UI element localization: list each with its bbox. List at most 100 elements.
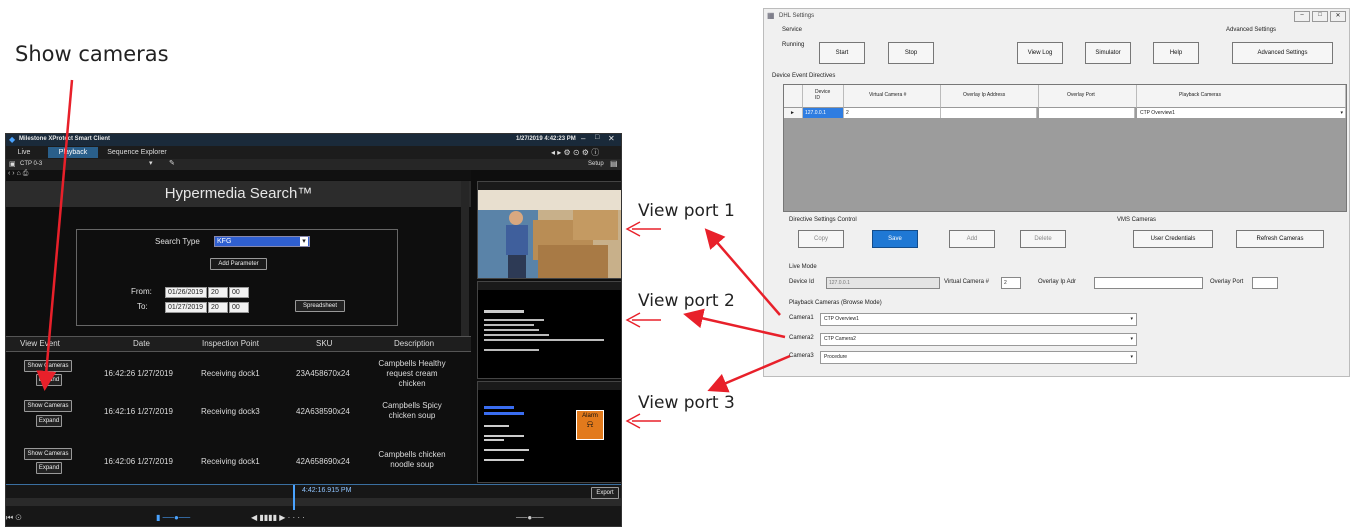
save-button[interactable]: Save — [872, 230, 918, 248]
description: Campbells Healthy request cream chicken — [378, 359, 446, 388]
expand-button[interactable]: Expand — [36, 415, 62, 427]
chevron-down-icon: ▾ — [300, 237, 308, 246]
chevron-down-icon[interactable]: ▾ — [1340, 108, 1343, 118]
live-mode-label: Live Mode — [789, 264, 817, 270]
playback-cameras-label: Playback Cameras (Browse Mode) — [789, 300, 882, 306]
playback-controls[interactable]: ⏮ ⊙ — [6, 513, 22, 523]
advanced-settings-button[interactable]: Advanced Settings — [1232, 42, 1333, 64]
arrow-view-port-1 — [625, 221, 661, 237]
to-date-input[interactable]: 01/27/2019 — [165, 302, 207, 313]
simulator-button[interactable]: Simulator — [1085, 42, 1131, 64]
speed-slider[interactable]: ▮ ──●── — [156, 513, 190, 522]
spreadsheet-button[interactable]: Spreadsheet — [295, 300, 345, 312]
delete-button[interactable]: Delete — [1020, 230, 1066, 248]
from-minute-select[interactable]: 00 — [229, 287, 249, 298]
view-log-button[interactable]: View Log — [1017, 42, 1063, 64]
tab-live[interactable]: Live — [9, 147, 39, 158]
from-hour-select[interactable]: 20 — [208, 287, 228, 298]
show-cameras-button[interactable]: Show Cameras — [24, 448, 72, 460]
column-header: View Event — [20, 339, 60, 348]
copy-button[interactable]: Copy — [798, 230, 844, 248]
device-id-field[interactable]: 127.0.0.1 — [826, 277, 940, 289]
from-date-input[interactable]: 01/26/2019 — [165, 287, 207, 298]
refresh-cameras-button[interactable]: Refresh Cameras — [1236, 230, 1324, 248]
timeline-track[interactable] — [6, 498, 621, 506]
vms-cameras-label: VMS Cameras — [1117, 217, 1157, 223]
maximize-icon[interactable]: □ — [595, 134, 599, 141]
column-header: Overlay Port — [1039, 85, 1137, 108]
panel-tool-icons[interactable]: ‹ › ⌂ ⎙ — [8, 170, 28, 178]
overlay-port-field[interactable] — [1252, 277, 1278, 289]
viewport-caption — [478, 382, 621, 390]
minimize-icon[interactable]: – — [581, 134, 585, 143]
playback-timeline[interactable]: 4:42:16.915 PM Export ⏮ ⊙ ▮ ──●── ◀ ▮▮▮▮… — [6, 484, 621, 526]
title-bar: ▦ DHL Settings – □ ✕ — [764, 9, 1349, 23]
overlay-port-cell[interactable] — [1039, 108, 1135, 118]
playback-cameras-cell[interactable]: CTP Overview1 ▾ — [1137, 108, 1346, 118]
chevron-down-icon: ▾ — [1130, 336, 1133, 342]
overlay-ip-field[interactable] — [1094, 277, 1203, 289]
tab-sequence-explorer[interactable]: Sequence Explorer — [102, 147, 172, 158]
table-row[interactable]: Show Cameras Expand 16:42:16 1/27/2019 R… — [6, 396, 471, 441]
column-header: Playback Cameras — [1137, 85, 1346, 108]
setup-button[interactable]: Setup — [588, 161, 604, 167]
help-button[interactable]: Help — [1153, 42, 1199, 64]
timeline-cursor[interactable] — [293, 485, 295, 510]
tab-playback[interactable]: Playback — [48, 147, 98, 158]
tabs-bar: Live Playback Sequence Explorer ◂ ▸ ⚙ ⊙ … — [6, 146, 621, 159]
chevron-down-icon: ▾ — [1130, 354, 1133, 360]
arrow-view-port-2 — [625, 312, 661, 328]
search-type-select[interactable]: KFG ▾ — [214, 236, 310, 247]
expand-button[interactable]: Expand — [36, 462, 62, 474]
column-header-label: Playback Cameras — [1179, 92, 1221, 98]
volume-slider[interactable]: ──●── — [516, 513, 544, 522]
view-port-1[interactable] — [477, 181, 621, 279]
add-parameter-button[interactable]: Add Parameter — [210, 258, 267, 270]
device-id-cell[interactable]: 127.0.0.1 — [803, 108, 844, 118]
to-minute-select[interactable]: 00 — [229, 302, 249, 313]
table-row[interactable]: Show Cameras Expand 16:42:26 1/27/2019 R… — [6, 352, 471, 397]
camera1-select[interactable]: CTP Overview1 ▾ — [820, 313, 1137, 326]
user-credentials-button[interactable]: User Credentials — [1133, 230, 1213, 248]
event-date: 16:42:16 1/27/2019 — [104, 407, 173, 416]
virtual-camera-field[interactable]: 2 — [1001, 277, 1021, 289]
row-selector[interactable]: ► — [784, 108, 803, 118]
export-button[interactable]: Export — [591, 487, 619, 499]
viewport-caption — [478, 182, 621, 190]
camera3-select[interactable]: Procedure ▾ — [820, 351, 1137, 364]
column-header: Virtual Camera # — [844, 85, 941, 108]
show-cameras-button[interactable]: Show Cameras — [24, 400, 72, 412]
expand-panel-icon[interactable]: ▤ — [610, 159, 618, 168]
expand-button[interactable]: Expand — [36, 374, 62, 386]
toolbar-icons[interactable]: ◂ ▸ ⚙ ⊙ ⚙ ⓘ — [551, 147, 599, 158]
view-port-3[interactable]: Alarm ⍾ — [477, 381, 621, 483]
close-icon[interactable]: ✕ — [1330, 11, 1346, 22]
column-header-label: Overlay Port — [1067, 92, 1095, 98]
pin-icon[interactable]: ✎ — [169, 159, 175, 167]
add-button[interactable]: Add — [949, 230, 995, 248]
title-bar: ◆ Milestone XProtect Smart Client 1/27/2… — [6, 134, 621, 146]
camera-select[interactable]: CTP 0-3 — [20, 161, 42, 167]
show-cameras-button[interactable]: Show Cameras — [24, 360, 72, 372]
view-port-2[interactable] — [477, 281, 621, 379]
play-controls[interactable]: ◀ ▮▮▮▮ ▶ · · · · — [251, 513, 305, 522]
table-row[interactable]: Show Cameras Expand 16:42:06 1/27/2019 R… — [6, 440, 471, 485]
camera2-value: CTP Camera2 — [824, 336, 856, 342]
view-port-3-label: View port 3 — [638, 393, 735, 413]
timeline-time: 4:42:16.915 PM — [302, 487, 352, 494]
camera2-select[interactable]: CTP Camera2 ▾ — [820, 333, 1137, 346]
minimize-icon[interactable]: – — [1294, 11, 1310, 22]
close-icon[interactable]: ✕ — [608, 134, 615, 143]
maximize-icon[interactable]: □ — [1312, 11, 1328, 22]
search-type-value: KFG — [217, 238, 232, 245]
running-status: Running — [782, 42, 805, 48]
overlay-ip-cell[interactable] — [941, 108, 1037, 118]
start-button[interactable]: Start — [819, 42, 865, 64]
to-hour-select[interactable]: 20 — [208, 302, 228, 313]
stop-button[interactable]: Stop — [888, 42, 934, 64]
camera1-label: Camera1 — [789, 315, 814, 321]
virtual-camera-cell[interactable]: 2 — [844, 108, 941, 118]
column-header: SKU — [316, 339, 333, 348]
sku: 42A638590x24 — [296, 407, 350, 416]
chevron-down-icon[interactable]: ▾ — [149, 159, 153, 167]
